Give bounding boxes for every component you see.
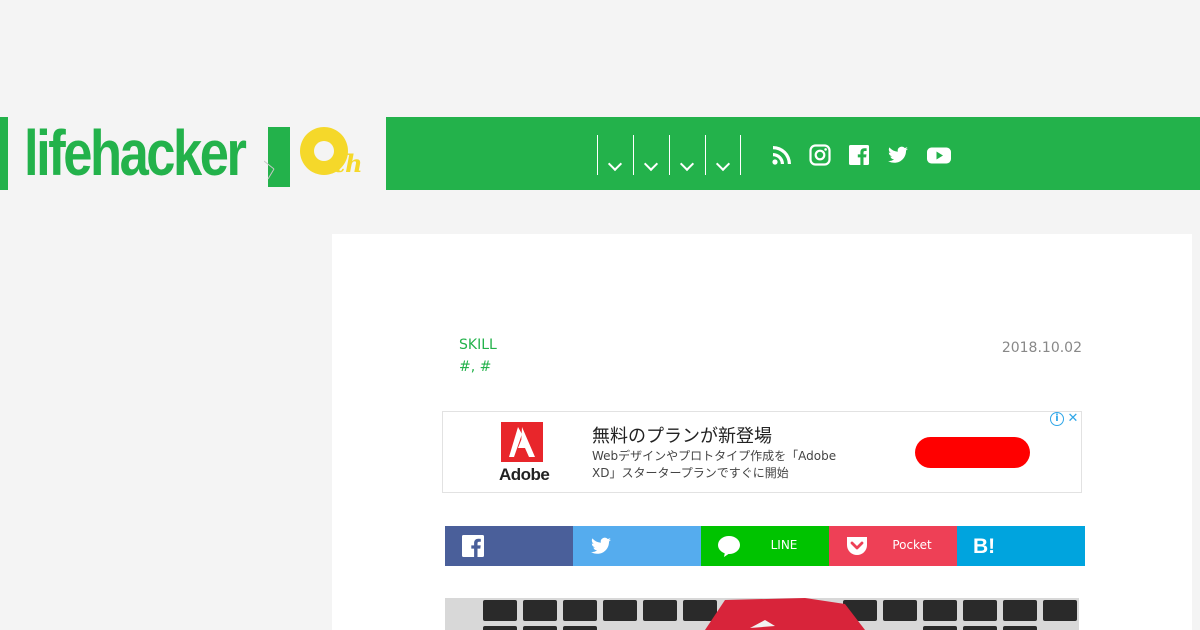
share-pocket-button[interactable]: Pocket: [829, 526, 957, 566]
adobe-logo-text: Adobe: [499, 465, 550, 484]
article-category[interactable]: SKILL: [459, 337, 497, 353]
share-line-label: LINE: [770, 538, 798, 552]
instagram-icon[interactable]: [808, 143, 832, 167]
svg-text:B!: B!: [973, 535, 995, 558]
share-pocket-label: Pocket: [892, 538, 932, 552]
share-hatena-button[interactable]: B!: [957, 526, 1085, 566]
site-logo-area[interactable]: lifehacker th: [0, 117, 386, 190]
share-line-button[interactable]: LINE: [701, 526, 829, 566]
logo-wordmark: lifehacker: [24, 117, 247, 189]
adobe-logo: Adobe: [499, 422, 550, 484]
ad-description: Webデザインやプロトタイプ作成を「Adobe XD」スタータープランですぐに開…: [592, 449, 837, 480]
facebook-icon: [461, 534, 485, 558]
ad-info-icon[interactable]: i: [1050, 412, 1064, 426]
article-tags[interactable]: #, #: [459, 359, 491, 375]
anniversary-th-suffix: th: [334, 149, 363, 178]
nav-dropdown-1[interactable]: [597, 135, 633, 175]
twitter-icon[interactable]: [886, 143, 910, 167]
ad-cta-button[interactable]: [915, 437, 1030, 468]
nav-dropdown-3[interactable]: [669, 135, 705, 175]
nav-dropdown-2[interactable]: [633, 135, 669, 175]
share-twitter-button[interactable]: [573, 526, 701, 566]
main-navigation: [386, 117, 1200, 190]
hatena-bookmark-icon: B!: [973, 534, 997, 558]
chevron-down-icon: [607, 156, 623, 172]
facebook-icon[interactable]: [847, 143, 871, 167]
ad-close-icon[interactable]: ✕: [1065, 412, 1081, 427]
share-facebook-button[interactable]: [445, 526, 573, 566]
twitter-icon: [589, 534, 613, 558]
nav-dropdown-4[interactable]: [705, 135, 741, 175]
article-card: SKILL #, # 2018.10.02 Adobe 無料のプランが新登場 W…: [332, 234, 1192, 630]
advertisement-banner[interactable]: Adobe 無料のプランが新登場 Webデザインやプロトタイプ作成を「Adobe…: [442, 411, 1082, 493]
site-logo[interactable]: lifehacker th: [24, 117, 374, 190]
article-hero-image: [445, 598, 1079, 630]
rss-icon[interactable]: [770, 143, 794, 167]
ad-title[interactable]: 無料のプランが新登場: [592, 422, 772, 448]
adobe-logo-mark: [501, 422, 543, 462]
youtube-icon[interactable]: [926, 143, 952, 167]
chevron-down-icon: [679, 156, 695, 172]
article-date: 2018.10.02: [1001, 340, 1082, 356]
chevron-down-icon: [643, 156, 659, 172]
chevron-down-icon: [715, 156, 731, 172]
logo-accent-bar: [0, 117, 8, 190]
